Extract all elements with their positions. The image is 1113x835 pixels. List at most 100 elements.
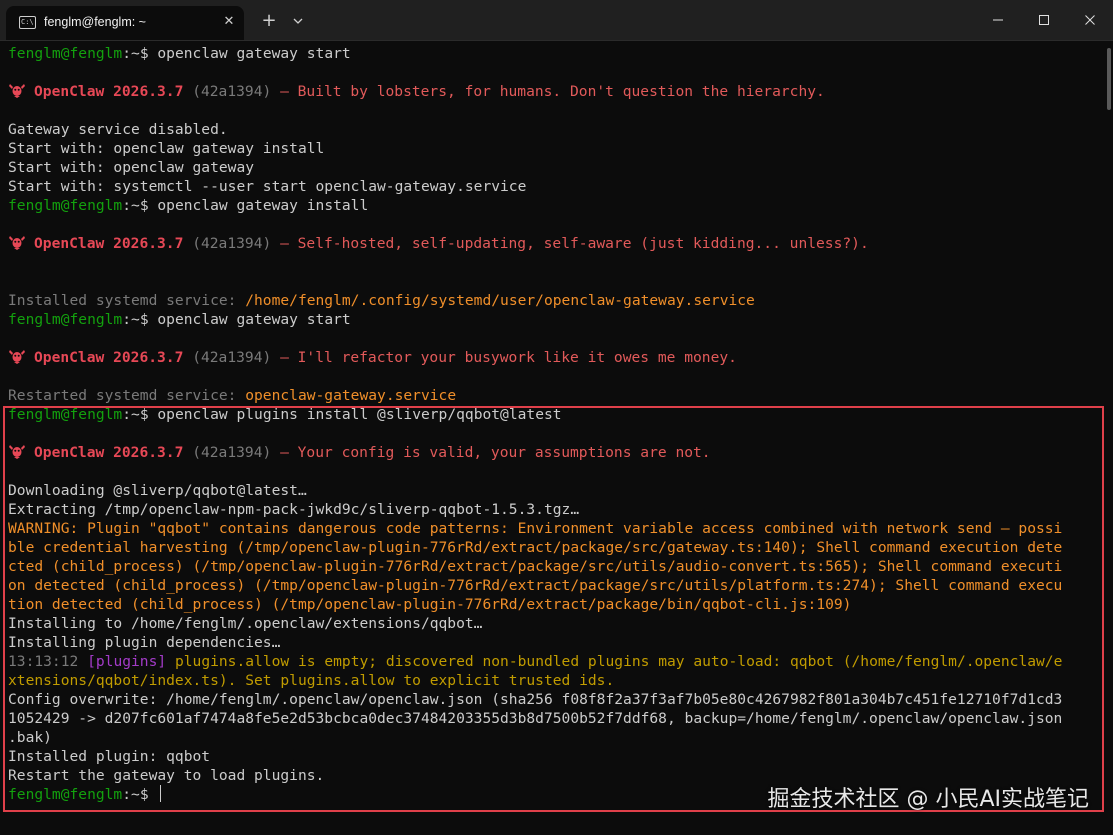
output-value: openclaw-gateway.service — [245, 387, 457, 404]
terminal-line: fenglm@fenglm:~$ openclaw gateway start — [8, 310, 1113, 329]
output-text: .bak) — [8, 729, 52, 746]
commit-hash: (42a1394) — [192, 83, 272, 100]
terminal-line: Start with: openclaw gateway — [8, 158, 1113, 177]
prompt-user: fenglm@fenglm — [8, 406, 123, 423]
output-text: Downloading @sliverp/qqbot@latest… — [8, 482, 307, 499]
prompt-path: :~ — [122, 45, 140, 62]
output-text: tion detected (child_process) (/tmp/open… — [8, 596, 852, 613]
terminal-line: Restarted systemd service: openclaw-gate… — [8, 386, 1113, 405]
output-text: Gateway service disabled. — [8, 121, 228, 138]
output-text: Start with: openclaw gateway install — [8, 140, 325, 157]
output-text: Installing plugin dependencies… — [8, 634, 281, 651]
terminal-line: Installing to /home/fenglm/.openclaw/ext… — [8, 614, 1113, 633]
output-label: Restarted systemd service: — [8, 387, 246, 404]
output-text: WARNING: Plugin "qqbot" contains dangero… — [8, 520, 1063, 537]
terminal-tab[interactable]: C:\ fenglm@fenglm: ~ ✕ — [6, 6, 244, 40]
scrollbar-thumb[interactable] — [1107, 48, 1111, 110]
log-message: plugins.allow is empty; discovered non-b… — [174, 653, 1063, 670]
prompt-symbol: $ — [139, 406, 158, 423]
terminal-line: Gateway service disabled. — [8, 120, 1113, 139]
terminal-line: OpenClaw 2026.3.7 (42a1394) — Your confi… — [8, 443, 1113, 462]
lobster-icon — [8, 235, 26, 250]
terminal-line: OpenClaw 2026.3.7 (42a1394) — I'll refac… — [8, 348, 1113, 367]
commit-hash: (42a1394) — [192, 349, 272, 366]
prompt-symbol: $ — [139, 197, 158, 214]
version: 2026.3.7 — [113, 349, 184, 366]
output-text: Config overwrite: /home/fenglm/.openclaw… — [8, 691, 1063, 708]
command-text: openclaw gateway start — [157, 311, 351, 328]
prompt-user: fenglm@fenglm — [8, 197, 123, 214]
commit-hash: (42a1394) — [192, 235, 272, 252]
prompt-path: :~ — [122, 786, 140, 803]
lobster-icon — [8, 444, 26, 459]
chevron-down-icon[interactable] — [288, 11, 308, 31]
prompt-path: :~ — [122, 311, 140, 328]
banner-tagline: — Self-hosted, self-updating, self-aware… — [280, 235, 869, 252]
log-timestamp: 13:13:12 — [8, 653, 79, 670]
terminal-line: OpenClaw 2026.3.7 (42a1394) — Self-hoste… — [8, 234, 1113, 253]
prompt-user: fenglm@fenglm — [8, 786, 123, 803]
prompt-path: :~ — [122, 197, 140, 214]
terminal-line: OpenClaw 2026.3.7 (42a1394) — Built by l… — [8, 82, 1113, 101]
close-tab-icon[interactable]: ✕ — [220, 13, 238, 31]
brand-name: OpenClaw — [34, 235, 105, 252]
terminal-line: fenglm@fenglm:~$ openclaw gateway start — [8, 44, 1113, 63]
version: 2026.3.7 — [113, 444, 184, 461]
terminal-line: .bak) — [8, 728, 1113, 747]
output-text: xtensions/qqbot/index.ts). Set plugins.a… — [8, 672, 615, 689]
terminal-line: Extracting /tmp/openclaw-npm-pack-jwkd9c… — [8, 500, 1113, 519]
output-text: Installed plugin: qqbot — [8, 748, 211, 765]
prompt-symbol: $ — [139, 311, 158, 328]
terminal-line: 13:13:12 [plugins] plugins.allow is empt… — [8, 652, 1113, 671]
close-window-button[interactable] — [1067, 0, 1113, 40]
terminal-line: on detected (child_process) (/tmp/opencl… — [8, 576, 1113, 595]
new-tab-button[interactable]: + — [258, 10, 280, 32]
terminal-line: xtensions/qqbot/index.ts). Set plugins.a… — [8, 671, 1113, 690]
prompt-user: fenglm@fenglm — [8, 311, 123, 328]
terminal-icon: C:\ — [19, 16, 36, 29]
tab-title: fenglm@fenglm: ~ — [44, 15, 146, 29]
terminal-line: cted (child_process) (/tmp/openclaw-plug… — [8, 557, 1113, 576]
terminal-line: tion detected (child_process) (/tmp/open… — [8, 595, 1113, 614]
output-text: 1052429 -> d207fc601af7474a8fe5e2d53bcbc… — [8, 710, 1063, 727]
banner-tagline: — Your config is valid, your assumptions… — [280, 444, 711, 461]
terminal-line: Installing plugin dependencies… — [8, 633, 1113, 652]
terminal-output[interactable]: fenglm@fenglm:~$ openclaw gateway start O… — [0, 44, 1113, 835]
terminal-line: Config overwrite: /home/fenglm/.openclaw… — [8, 690, 1113, 709]
terminal-line: Installed systemd service: /home/fenglm/… — [8, 291, 1113, 310]
output-text: ble credential harvesting (/tmp/openclaw… — [8, 539, 1063, 556]
output-text: Extracting /tmp/openclaw-npm-pack-jwkd9c… — [8, 501, 580, 518]
terminal-line: fenglm@fenglm:~$ openclaw gateway instal… — [8, 196, 1113, 215]
output-value: /home/fenglm/.config/systemd/user/opencl… — [245, 292, 755, 309]
watermark: 掘金技术社区 @ 小民AI实战笔记 — [767, 787, 1089, 812]
terminal-line: Start with: openclaw gateway install — [8, 139, 1113, 158]
lobster-icon — [8, 349, 26, 364]
terminal-line: Downloading @sliverp/qqbot@latest… — [8, 481, 1113, 500]
version: 2026.3.7 — [113, 235, 184, 252]
commit-hash: (42a1394) — [192, 444, 272, 461]
terminal-line: WARNING: Plugin "qqbot" contains dangero… — [8, 519, 1113, 538]
lobster-icon — [8, 83, 26, 98]
brand-name: OpenClaw — [34, 444, 105, 461]
brand-name: OpenClaw — [34, 83, 105, 100]
version: 2026.3.7 — [113, 83, 184, 100]
maximize-button[interactable] — [1021, 0, 1067, 40]
output-text: Start with: systemctl --user start openc… — [8, 178, 527, 195]
prompt-symbol: $ — [139, 786, 158, 803]
terminal-line: 1052429 -> d207fc601af7474a8fe5e2d53bcbc… — [8, 709, 1113, 728]
minimize-button[interactable] — [975, 0, 1021, 40]
brand-name: OpenClaw — [34, 349, 105, 366]
output-text: on detected (child_process) (/tmp/opencl… — [8, 577, 1063, 594]
command-text: openclaw gateway install — [157, 197, 369, 214]
text-cursor — [160, 785, 162, 802]
prompt-user: fenglm@fenglm — [8, 45, 123, 62]
command-text: openclaw plugins install @sliverp/qqbot@… — [157, 406, 562, 423]
output-label: Installed systemd service: — [8, 292, 246, 309]
